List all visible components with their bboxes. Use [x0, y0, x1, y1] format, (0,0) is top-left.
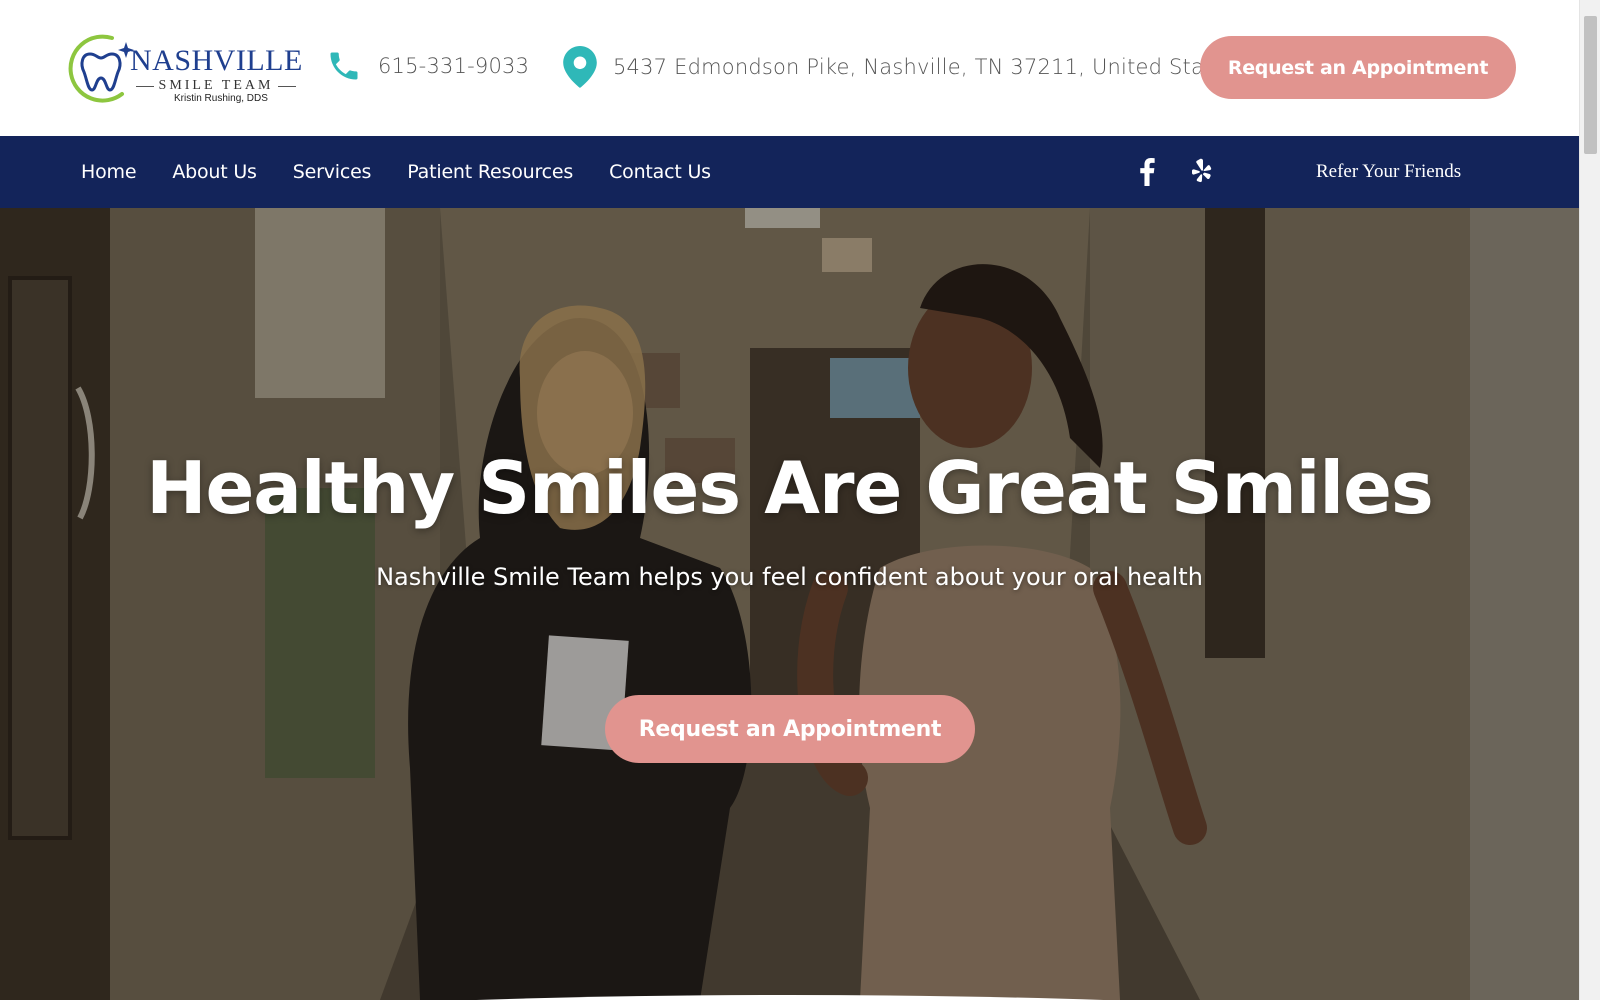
hero-bottom-curve: [477, 995, 1103, 1000]
yelp-link[interactable]: [1190, 136, 1214, 208]
nav-item-about-us[interactable]: About Us: [172, 161, 257, 183]
tooth-logo-icon: [68, 34, 134, 103]
logo-subtitle: SMILE TEAM: [136, 79, 296, 93]
hero-section: Healthy Smiles Are Great Smiles Nashvill…: [0, 208, 1579, 1000]
logo-wordmark: NASHVILLE: [130, 44, 303, 77]
nav-menu: Home About Us Services Patient Resources…: [81, 136, 711, 208]
yelp-icon: [1192, 158, 1212, 183]
hero-title: Healthy Smiles Are Great Smiles: [146, 446, 1434, 530]
site-logo[interactable]: NASHVILLE SMILE TEAM Kristin Rushing, DD…: [68, 32, 308, 110]
nav-item-patient-resources[interactable]: Patient Resources: [407, 161, 573, 183]
nav-item-home[interactable]: Home: [81, 161, 137, 183]
header-request-appointment-button[interactable]: Request an Appointment: [1200, 36, 1516, 99]
phone-icon: [330, 52, 358, 80]
map-pin-icon: [563, 46, 597, 88]
hero-subtitle: Nashville Smile Team helps you feel conf…: [376, 563, 1203, 591]
facebook-icon: [1140, 158, 1155, 186]
nav-item-services[interactable]: Services: [293, 161, 372, 183]
phone-contact[interactable]: 615-331-9033: [326, 48, 529, 84]
main-nav: Home About Us Services Patient Resources…: [0, 136, 1579, 208]
hero-overlay: [0, 208, 1579, 1000]
refer-your-friends-link[interactable]: Refer Your Friends: [1316, 136, 1461, 208]
phone-number[interactable]: 615-331-9033: [378, 54, 529, 78]
hero-request-appointment-button[interactable]: Request an Appointment: [605, 695, 975, 763]
page-scrollbar[interactable]: [1579, 0, 1600, 1000]
address-text[interactable]: 5437 Edmondson Pike, Nashville, TN 37211…: [613, 55, 1237, 79]
logo-dentist-name: Kristin Rushing, DDS: [174, 93, 268, 104]
site-header: NASHVILLE SMILE TEAM Kristin Rushing, DD…: [0, 0, 1579, 136]
nav-item-contact-us[interactable]: Contact Us: [609, 161, 711, 183]
scrollbar-thumb[interactable]: [1584, 16, 1597, 154]
address-contact[interactable]: 5437 Edmondson Pike, Nashville, TN 37211…: [563, 46, 1237, 88]
facebook-link[interactable]: [1138, 136, 1156, 208]
